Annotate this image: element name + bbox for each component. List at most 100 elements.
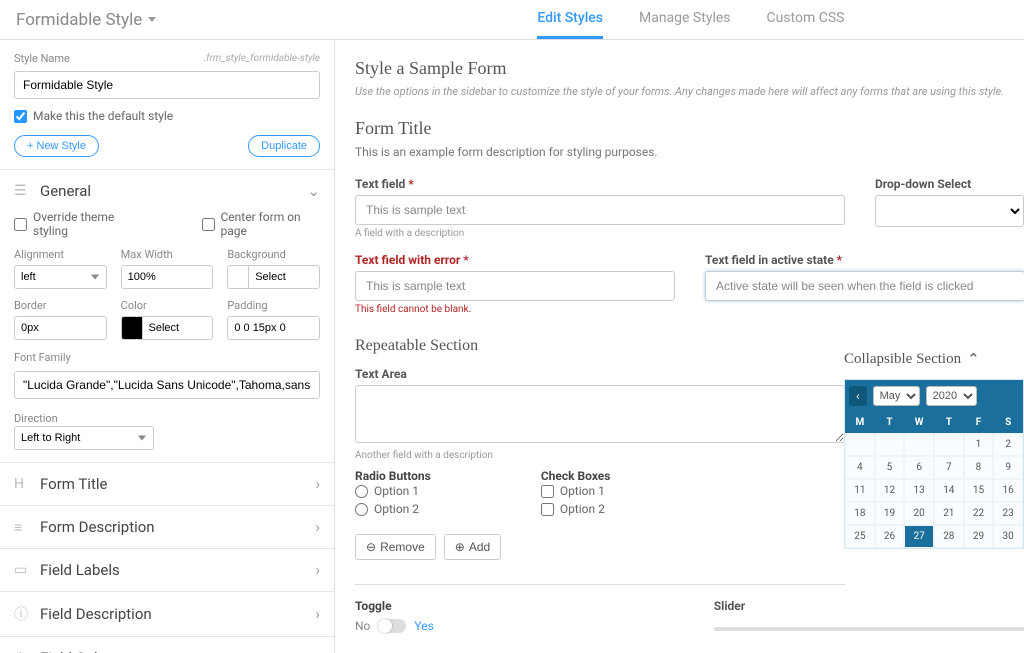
cal-prev-icon[interactable]: ‹	[849, 386, 867, 406]
duplicate-button[interactable]: Duplicate	[248, 135, 320, 157]
tab-manage-styles[interactable]: Manage Styles	[639, 0, 731, 39]
section-icon: ⓘ	[14, 604, 30, 624]
color-select[interactable]	[142, 316, 214, 340]
chevron-up-icon: ⌃	[967, 350, 980, 369]
cal-day[interactable]: 19	[875, 502, 905, 525]
text-field-input[interactable]	[355, 195, 845, 225]
direction-select[interactable]	[14, 426, 154, 450]
cal-day[interactable]: 30	[993, 525, 1023, 548]
check-opt2[interactable]	[541, 503, 554, 516]
cal-month-select[interactable]: May	[873, 386, 920, 406]
accordion-field description[interactable]: ⓘField Description›	[14, 604, 320, 624]
radio-opt1[interactable]	[355, 485, 368, 498]
cal-day[interactable]	[845, 433, 875, 456]
cal-day[interactable]: 5	[875, 456, 905, 479]
cal-day[interactable]: 8	[964, 456, 994, 479]
cal-day[interactable]: 2	[993, 433, 1023, 456]
collapsible-section-head[interactable]: Collapsible Section ⌃	[844, 350, 1024, 369]
dropdown-select[interactable]	[875, 195, 1024, 227]
cal-day[interactable]: 18	[845, 502, 875, 525]
calendar[interactable]: ‹ May 2020 MTWTFS 1245678911121314151618…	[844, 379, 1024, 549]
error-message: This field cannot be blank.	[355, 304, 675, 315]
center-checkbox[interactable]	[202, 218, 215, 231]
tab-custom-css[interactable]: Custom CSS	[767, 0, 845, 39]
section-icon: ≡	[14, 519, 30, 536]
chevron-right-icon: ›	[315, 649, 320, 653]
cal-day[interactable]: 22	[964, 502, 994, 525]
padding-input[interactable]	[227, 316, 320, 340]
cal-day[interactable]	[934, 433, 964, 456]
cal-day[interactable]: 9	[993, 456, 1023, 479]
cal-year-select[interactable]: 2020	[926, 386, 977, 406]
text-field-label: Text field *	[355, 177, 845, 191]
cal-day[interactable]: 12	[875, 479, 905, 502]
active-field-input[interactable]	[705, 271, 1024, 301]
cal-day[interactable]	[904, 433, 934, 456]
form-desc: This is an example form description for …	[355, 145, 1024, 159]
accordion-field labels[interactable]: ▭Field Labels›	[14, 561, 320, 579]
slider-track[interactable]	[714, 627, 1024, 631]
color-swatch[interactable]	[121, 316, 142, 340]
bg-swatch[interactable]	[227, 265, 248, 289]
cal-day[interactable]: 7	[934, 456, 964, 479]
tab-edit-styles[interactable]: Edit Styles	[537, 0, 603, 39]
accordion-form title[interactable]: HForm Title›	[14, 475, 320, 493]
cal-day[interactable]: 29	[964, 525, 994, 548]
plus-icon: ⊕	[455, 540, 465, 554]
cal-day[interactable]: 1	[964, 433, 994, 456]
background-select[interactable]	[248, 265, 320, 289]
accordion-form description[interactable]: ≡Form Description›	[14, 518, 320, 536]
text-field-help: A field with a description	[355, 228, 845, 239]
cal-day[interactable]: 6	[904, 456, 934, 479]
new-style-button[interactable]: + New Style	[14, 135, 99, 157]
caret-down-icon	[148, 17, 156, 22]
form-title: Form Title	[355, 118, 1024, 139]
cal-day[interactable]: 16	[993, 479, 1023, 502]
cal-day[interactable]	[875, 433, 905, 456]
radio-opt2[interactable]	[355, 503, 368, 516]
font-family-input[interactable]	[14, 371, 320, 399]
cal-day[interactable]: 14	[934, 479, 964, 502]
cal-day[interactable]: 11	[845, 479, 875, 502]
accordion-general[interactable]: ☰ General ⌄	[14, 182, 320, 200]
style-name-label: Style Name	[14, 52, 70, 65]
cal-day[interactable]: 20	[904, 502, 934, 525]
chevron-right-icon: ›	[315, 475, 320, 493]
border-input[interactable]	[14, 316, 107, 340]
toggle-switch[interactable]	[378, 619, 406, 633]
alignment-select[interactable]	[14, 265, 107, 289]
accordion-field colors[interactable]: ⚙Field Colors›	[14, 649, 320, 653]
chevron-right-icon: ›	[315, 605, 320, 623]
cal-day[interactable]: 4	[845, 456, 875, 479]
override-checkbox[interactable]	[14, 218, 27, 231]
add-button[interactable]: ⊕Add	[444, 534, 501, 560]
textarea-input[interactable]	[355, 385, 845, 443]
cal-day[interactable]: 21	[934, 502, 964, 525]
cal-day[interactable]: 28	[934, 525, 964, 548]
radio-label: Radio Buttons	[355, 469, 431, 483]
style-name-input[interactable]	[14, 71, 320, 99]
remove-button[interactable]: ⊖Remove	[355, 534, 436, 560]
page-title[interactable]: Formidable Style	[0, 10, 172, 30]
minus-icon: ⊖	[366, 540, 376, 554]
slider-label: Slider	[714, 599, 1024, 613]
check-opt1[interactable]	[541, 485, 554, 498]
cal-day[interactable]: 27	[904, 525, 934, 548]
chevron-right-icon: ›	[315, 518, 320, 536]
maxwidth-input[interactable]	[121, 265, 214, 289]
sliders-icon: ☰	[14, 183, 30, 199]
chevron-down-icon: ⌄	[307, 182, 320, 200]
cal-day[interactable]: 26	[875, 525, 905, 548]
error-field-input[interactable]	[355, 271, 675, 301]
dropdown-label: Drop-down Select	[875, 177, 1024, 191]
default-style-label: Make this the default style	[33, 109, 173, 123]
cal-day[interactable]: 13	[904, 479, 934, 502]
cal-day[interactable]: 15	[964, 479, 994, 502]
error-field-label: Text field with error *	[355, 253, 675, 267]
active-field-label: Text field in active state *	[705, 253, 1024, 267]
checkbox-label: Check Boxes	[541, 469, 611, 483]
cal-day[interactable]: 23	[993, 502, 1023, 525]
default-style-checkbox[interactable]	[14, 110, 27, 123]
main-heading: Style a Sample Form	[355, 58, 1024, 79]
cal-day[interactable]: 25	[845, 525, 875, 548]
